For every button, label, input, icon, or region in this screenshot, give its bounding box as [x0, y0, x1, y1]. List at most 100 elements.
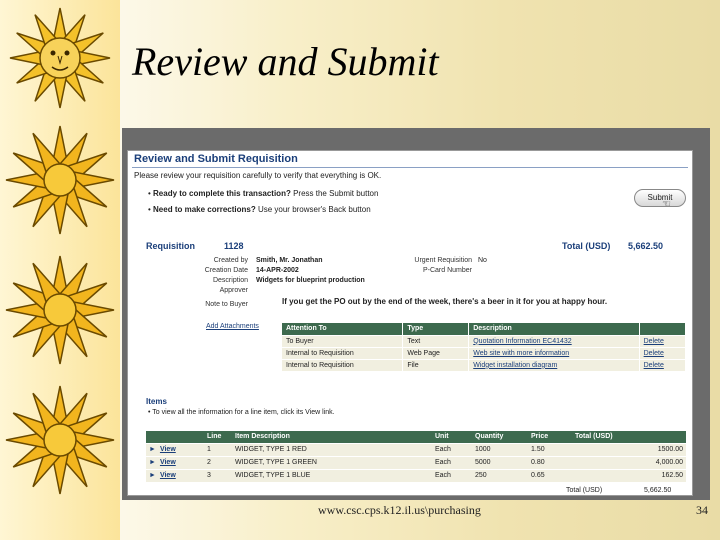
table-row: ► View 2 WIDGET, TYPE 1 GREEN Each 5000 0… [146, 455, 686, 469]
approver-label: Approver [219, 287, 248, 294]
line-cell: 2 [204, 455, 232, 469]
item-description-cell: WIDGET, TYPE 1 RED [232, 442, 432, 456]
bullet-ready: • Ready to complete this transaction? Pr… [148, 189, 378, 198]
attachments-table: Attention To Type Description To Buyer T… [282, 323, 687, 371]
table-row: ► View 3 WIDGET, TYPE 1 BLUE Each 250 0.6… [146, 468, 686, 482]
line-total-cell: 4,000.00 [572, 455, 686, 469]
delete-link[interactable]: Delete [639, 346, 687, 359]
column-header [146, 431, 204, 443]
footer-url: www.csc.cps.k12.il.us\purchasing [318, 503, 481, 517]
column-header: Price [528, 431, 572, 443]
delete-link[interactable]: Delete [639, 334, 687, 347]
bullet-corrections-question: Need to make corrections? [153, 205, 256, 214]
items-instruction-text: To view all the information for a line i… [152, 409, 335, 416]
slide-title: Review and Submit [132, 39, 439, 84]
column-header: Unit [432, 431, 472, 443]
attachment-description-link[interactable]: Quotation Information EC41432 [468, 334, 640, 347]
pointer-cursor-icon: ☜ [662, 199, 671, 210]
requisition-number: 1128 [224, 241, 244, 251]
bullet-corrections-text: Use your browser's Back button [255, 205, 371, 214]
column-header: Quantity [472, 431, 528, 443]
column-header: Attention To [282, 323, 404, 335]
delete-link[interactable]: Delete [639, 358, 687, 371]
sun-icon [5, 125, 115, 235]
pcard-label: P-Card Number [422, 267, 472, 274]
column-header: Line [204, 431, 232, 443]
view-link-label: View [159, 472, 176, 480]
line-total-cell: 1500.00 [572, 442, 686, 456]
item-description-cell: WIDGET, TYPE 1 BLUE [232, 468, 432, 482]
arrow-right-icon: ► [149, 446, 156, 453]
attachments-header-row: Attention To Type Description [282, 323, 687, 335]
page-number: 34 [696, 503, 708, 517]
attention-to-cell: Internal to Requisition [282, 346, 404, 359]
quantity-cell: 5000 [472, 455, 528, 469]
description-label: Description [212, 277, 248, 284]
creation-date-label: Creation Date [204, 267, 248, 274]
created-by-label: Created by [213, 257, 248, 264]
items-header-row: Line Item Description Unit Quantity Pric… [146, 431, 686, 443]
review-instruction: Please review your requisition carefully… [134, 171, 382, 180]
note-to-buyer-label: Note to Buyer [205, 301, 248, 308]
table-row: Internal to Requisition File Widget inst… [282, 358, 687, 371]
table-row: To Buyer Text Quotation Information EC41… [282, 334, 687, 347]
items-instruction: • To view all the information for a line… [148, 409, 335, 416]
requisition-screenshot: Review and Submit Requisition Please rev… [127, 150, 693, 496]
note-to-buyer-value: If you get the PO out by the end of the … [282, 297, 608, 306]
arrow-right-icon: ► [149, 472, 156, 480]
view-link[interactable]: ► View [146, 455, 204, 469]
attention-to-cell: To Buyer [282, 334, 404, 347]
attention-to-cell: Internal to Requisition [282, 358, 404, 371]
price-cell: 1.50 [528, 442, 572, 456]
view-link[interactable]: ► View [146, 468, 204, 482]
item-description-cell: WIDGET, TYPE 1 GREEN [232, 455, 432, 469]
urgent-label: Urgent Requisition [414, 257, 472, 264]
unit-cell: Each [432, 468, 472, 482]
unit-cell: Each [432, 455, 472, 469]
created-by-value: Smith, Mr. Jonathan [256, 257, 323, 264]
quantity-cell: 250 [472, 468, 528, 482]
column-header: Description [468, 323, 640, 335]
urgent-value: No [478, 257, 487, 264]
sun-icon [5, 385, 115, 495]
view-link-label: View [159, 459, 176, 466]
view-link-label: View [159, 446, 176, 453]
items-total-value: 5,662.50 [644, 487, 672, 494]
items-total-label: Total (USD) [566, 487, 603, 494]
line-total-cell: 162.50 [572, 468, 686, 482]
column-header: Item Description [232, 431, 432, 443]
bullet-corrections: • Need to make corrections? Use your bro… [148, 205, 371, 214]
total-label: Total (USD) [562, 241, 611, 251]
column-header: Type [402, 323, 470, 335]
type-cell: Text [402, 334, 470, 347]
arrow-right-icon: ► [149, 459, 156, 466]
bullet-ready-question: Ready to complete this transaction? [153, 189, 291, 198]
price-cell: 0.80 [528, 455, 572, 469]
column-header: Total (USD) [572, 431, 686, 443]
attachment-description-link[interactable]: Widget installation diagram [468, 358, 640, 371]
total-value: 5,662.50 [628, 241, 664, 251]
line-cell: 3 [204, 468, 232, 482]
column-header [639, 323, 687, 335]
table-row: ► View 1 WIDGET, TYPE 1 RED Each 1000 1.5… [146, 442, 686, 456]
price-cell: 0.65 [528, 468, 572, 482]
line-cell: 1 [204, 442, 232, 456]
items-section-title: Items [146, 397, 167, 406]
attachment-description-link[interactable]: Web site with more information [468, 346, 640, 359]
view-link[interactable]: ► View [146, 442, 204, 456]
items-table: Line Item Description Unit Quantity Pric… [146, 431, 686, 482]
description-value: Widgets for blueprint production [256, 277, 365, 284]
creation-date-value: 14-APR-2002 [256, 267, 299, 274]
requisition-label: Requisition [146, 241, 195, 251]
add-attachments-link[interactable]: Add Attachments [206, 323, 259, 330]
type-cell: Web Page [402, 346, 470, 359]
sun-face-icon [9, 7, 111, 109]
quantity-cell: 1000 [472, 442, 528, 456]
title-divider [132, 167, 688, 168]
sun-icon [5, 255, 115, 365]
submit-button[interactable]: Submit [634, 189, 686, 207]
type-cell: File [402, 358, 470, 371]
page-title: Review and Submit Requisition [134, 153, 298, 165]
bullet-ready-text: Press the Submit button [290, 189, 379, 198]
table-row: Internal to Requisition Web Page Web sit… [282, 346, 687, 359]
